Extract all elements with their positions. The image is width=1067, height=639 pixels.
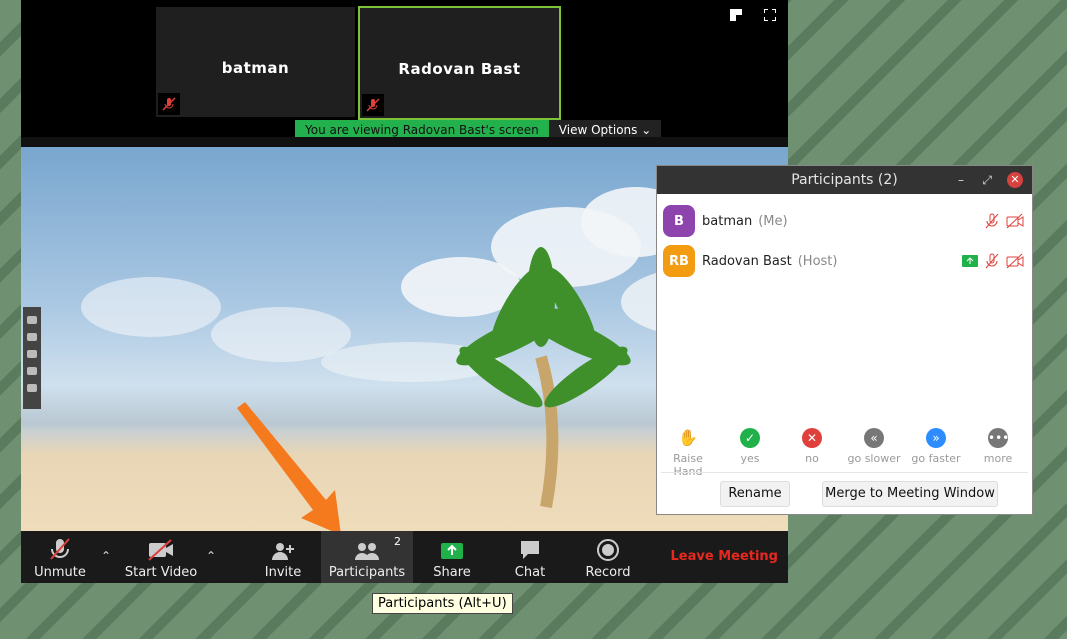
go-slower-button[interactable]: « go slower xyxy=(843,428,905,478)
muted-mic-icon xyxy=(362,94,384,116)
yes-button[interactable]: ✓ yes xyxy=(719,428,781,478)
rename-button[interactable]: Rename xyxy=(720,481,790,507)
participants-title: Participants (2) xyxy=(791,172,898,188)
participants-panel: Participants (2) – ⤢ ✕ B batman (Me) RB … xyxy=(656,165,1033,515)
video-off-icon xyxy=(1006,213,1024,229)
avatar: B xyxy=(663,205,695,237)
rewind-icon: « xyxy=(864,428,884,448)
participants-label: Participants xyxy=(328,565,406,580)
more-button[interactable]: ••• more xyxy=(967,428,1029,478)
view-options-label: View Options xyxy=(558,123,638,137)
participant-row[interactable]: B batman (Me) xyxy=(663,204,1024,238)
share-button[interactable]: Share xyxy=(429,531,475,583)
unmute-label: Unmute xyxy=(34,565,86,580)
remote-dock xyxy=(23,307,41,409)
video-options-chevron-icon[interactable]: ⌃ xyxy=(206,549,216,563)
more-icon: ••• xyxy=(988,428,1009,448)
restore-icon[interactable]: ⤢ xyxy=(982,166,992,194)
tile-name: Radovan Bast xyxy=(398,60,521,78)
no-button[interactable]: ✕ no xyxy=(781,428,843,478)
divider xyxy=(661,472,1028,473)
video-tile-radovan[interactable]: Radovan Bast xyxy=(358,6,561,120)
go-faster-button[interactable]: » go faster xyxy=(905,428,967,478)
record-label: Record xyxy=(585,565,631,580)
avatar: RB xyxy=(663,245,695,277)
hand-icon: ✋ xyxy=(678,428,698,447)
merge-to-meeting-window-button[interactable]: Merge to Meeting Window xyxy=(822,481,998,507)
fullscreen-icon[interactable] xyxy=(763,6,777,22)
record-icon xyxy=(597,539,619,561)
meeting-toolbar: Unmute ⌃ Start Video ⌃ Invite Participan… xyxy=(21,531,788,583)
sharing-screen-icon xyxy=(962,255,978,267)
audio-options-chevron-icon[interactable]: ⌃ xyxy=(101,549,111,563)
chat-button[interactable]: Chat xyxy=(509,531,551,583)
start-video-label: Start Video xyxy=(124,565,198,580)
video-off-icon xyxy=(148,539,173,561)
participants-tooltip: Participants (Alt+U) xyxy=(372,593,513,614)
remote-top-panel xyxy=(21,137,788,147)
go-faster-label: go faster xyxy=(911,452,961,465)
share-label: Share xyxy=(433,565,471,580)
start-video-button[interactable]: Start Video xyxy=(121,531,201,583)
close-icon[interactable]: ✕ xyxy=(1007,172,1023,188)
orange-arrow-annotation xyxy=(237,402,341,535)
leave-meeting-button[interactable]: Leave Meeting xyxy=(671,549,779,564)
chat-icon xyxy=(521,541,539,559)
minimize-icon[interactable]: – xyxy=(958,166,964,194)
yes-label: yes xyxy=(740,452,760,465)
muted-mic-icon xyxy=(158,93,180,115)
go-slower-label: go slower xyxy=(847,452,901,465)
record-button[interactable]: Record xyxy=(583,531,633,583)
video-off-icon xyxy=(1006,253,1024,269)
nonverbal-feedback-bar: ✋ Raise Hand ✓ yes ✕ no « go slower » go… xyxy=(657,428,1032,478)
check-icon: ✓ xyxy=(740,428,760,448)
participants-icon xyxy=(355,543,379,560)
participant-name: Radovan Bast xyxy=(702,253,792,269)
no-label: no xyxy=(805,452,819,465)
raise-hand-label: Raise Hand xyxy=(673,452,703,478)
tile-name: batman xyxy=(221,59,290,77)
invite-label: Invite xyxy=(264,565,302,580)
share-screen-icon xyxy=(441,543,463,559)
x-icon: ✕ xyxy=(802,428,822,448)
unmute-button[interactable]: Unmute xyxy=(29,531,91,583)
fast-forward-icon: » xyxy=(926,428,946,448)
chat-label: Chat xyxy=(514,565,546,580)
video-tile-batman[interactable]: batman xyxy=(156,7,355,117)
participants-title-bar: Participants (2) – ⤢ ✕ xyxy=(657,166,1032,194)
palm-tree-image xyxy=(456,247,631,509)
chevron-down-icon: ⌄ xyxy=(641,123,652,137)
participant-row[interactable]: RB Radovan Bast (Host) xyxy=(663,244,1024,278)
muted-mic-icon xyxy=(50,538,70,560)
participant-name: batman xyxy=(702,213,753,229)
add-user-icon xyxy=(272,543,294,560)
muted-mic-icon xyxy=(985,253,999,269)
participant-tag: (Host) xyxy=(797,253,838,269)
participant-tag: (Me) xyxy=(758,213,788,229)
participants-count-badge: 2 xyxy=(394,535,401,548)
muted-mic-icon xyxy=(985,213,999,229)
raise-hand-button[interactable]: ✋ Raise Hand xyxy=(657,428,719,478)
invite-button[interactable]: Invite xyxy=(257,531,309,583)
gallery-view-icon[interactable] xyxy=(730,6,742,21)
more-label: more xyxy=(983,452,1013,465)
